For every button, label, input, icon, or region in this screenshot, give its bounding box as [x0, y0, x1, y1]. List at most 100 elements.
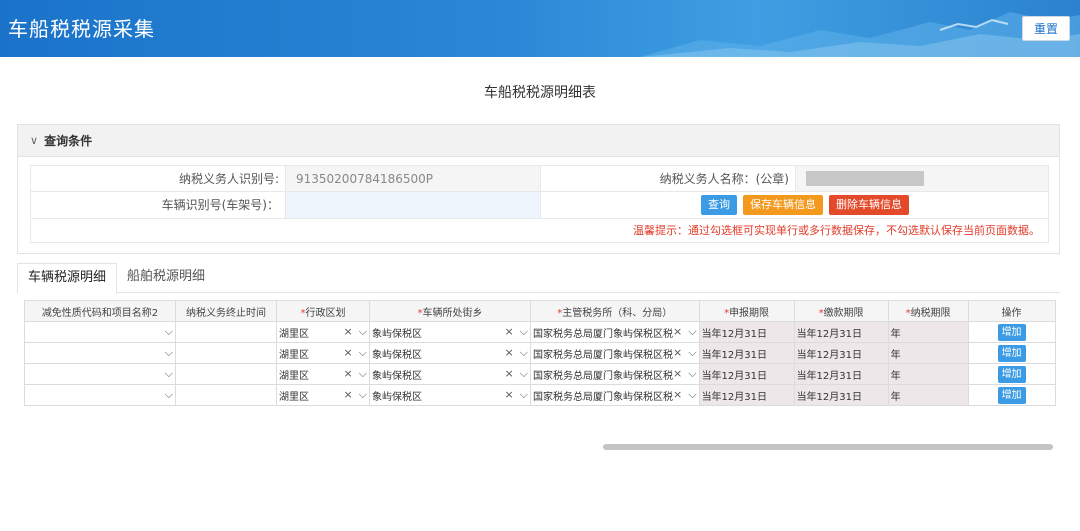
- chevron-down-icon[interactable]: ⌵: [520, 346, 528, 360]
- table-row: ⌵ 湖里区 × ⌵ 象屿保税区 × ⌵ 国家税务总局厦门象屿保税区税 × ⌵ 当年12月31日 当年1…: [24, 321, 1056, 343]
- pay-deadline-cell: 当年12月31日: [793, 384, 889, 406]
- tab-vehicle[interactable]: 车辆税源明细: [17, 263, 118, 294]
- taxpayer-name-label: 纳税义务人名称：(公章): [540, 166, 795, 191]
- clear-icon[interactable]: ×: [673, 388, 682, 402]
- clear-icon[interactable]: ×: [343, 367, 352, 381]
- district-select[interactable]: 湖里区 × ⌵: [276, 342, 370, 364]
- clear-icon[interactable]: ×: [343, 325, 352, 339]
- query-section-title: 查询条件: [44, 134, 93, 148]
- chevron-down-icon[interactable]: ⌵: [165, 325, 173, 339]
- tax-period-cell: 年: [887, 384, 969, 406]
- app-title: 车船税税源采集: [8, 17, 155, 41]
- delete-vehicle-button[interactable]: 删除车辆信息: [829, 195, 909, 215]
- query-row-vin: 车辆识别号(车架号)： 查询 保存车辆信息 删除车辆信息: [30, 192, 1049, 219]
- chevron-down-icon[interactable]: ⌵: [688, 367, 696, 381]
- action-cell: 增加: [967, 321, 1056, 343]
- chevron-down-icon[interactable]: ⌵: [520, 325, 528, 339]
- redacted-name: [806, 171, 924, 186]
- vehicle-tax-table: 减免性质代码和项目名称2 纳税义务终止时间 *行政区划 *车辆所处街乡 *主管税…: [24, 300, 1056, 406]
- header-declare-deadline: *申报期限: [698, 300, 795, 322]
- table-row: ⌵ 湖里区 × ⌵ 象屿保税区 × ⌵ 国家税务总局厦门象屿保税区税 × ⌵ 当年12月31日 当年1…: [24, 384, 1056, 406]
- clear-icon[interactable]: ×: [343, 388, 352, 402]
- great-wall-banner-image: [640, 12, 1080, 57]
- district-select[interactable]: 湖里区 × ⌵: [276, 321, 370, 343]
- chevron-down-icon[interactable]: ⌵: [165, 346, 173, 360]
- exemption-select[interactable]: ⌵: [24, 384, 176, 406]
- exemption-select[interactable]: ⌵: [24, 321, 176, 343]
- header-actions: 操作: [967, 300, 1056, 322]
- street-select[interactable]: 象屿保税区 × ⌵: [369, 321, 531, 343]
- horizontal-scrollbar[interactable]: [603, 444, 1053, 450]
- clear-icon[interactable]: ×: [504, 367, 513, 381]
- tax-office-select[interactable]: 国家税务总局厦门象屿保税区税 × ⌵: [530, 384, 700, 406]
- pay-deadline-cell: 当年12月31日: [793, 342, 889, 364]
- chevron-down-icon[interactable]: ⌵: [520, 388, 528, 402]
- declare-deadline-cell: 当年12月31日: [698, 321, 795, 343]
- header-tax-office: *主管税务所（科、分局）: [530, 300, 700, 322]
- tax-period-cell: 年: [887, 342, 969, 364]
- tax-period-cell: 年: [887, 363, 969, 385]
- clear-icon[interactable]: ×: [673, 367, 682, 381]
- vin-label: 车辆识别号(车架号)：: [30, 192, 285, 218]
- end-time-cell[interactable]: [175, 363, 277, 385]
- source-tabs: 车辆税源明细 船舶税源明细: [17, 263, 1060, 294]
- clear-icon[interactable]: ×: [504, 388, 513, 402]
- tax-office-select[interactable]: 国家税务总局厦门象屿保税区税 × ⌵: [530, 363, 700, 385]
- district-select[interactable]: 湖里区 × ⌵: [276, 384, 370, 406]
- clear-icon[interactable]: ×: [673, 325, 682, 339]
- header-end-time: 纳税义务终止时间: [175, 300, 277, 322]
- tab-vessel[interactable]: 船舶税源明细: [117, 263, 215, 292]
- table-row: ⌵ 湖里区 × ⌵ 象屿保税区 × ⌵ 国家税务总局厦门象屿保税区税 × ⌵ 当年12月31日 当年1…: [24, 342, 1056, 364]
- action-cell: 增加: [967, 384, 1056, 406]
- declare-deadline-cell: 当年12月31日: [698, 363, 795, 385]
- query-form: 纳税义务人识别号: 91350200784186500P 纳税义务人名称：(公章…: [30, 165, 1049, 243]
- table-row: ⌵ 湖里区 × ⌵ 象屿保税区 × ⌵ 国家税务总局厦门象屿保税区税 × ⌵ 当年12月31日 当年1…: [24, 363, 1056, 385]
- chevron-down-icon[interactable]: ⌵: [165, 388, 173, 402]
- vin-input[interactable]: [285, 192, 540, 218]
- end-time-cell[interactable]: [175, 321, 277, 343]
- chevron-down-icon[interactable]: ⌵: [359, 346, 367, 360]
- tax-office-select[interactable]: 国家税务总局厦门象屿保税区税 × ⌵: [530, 342, 700, 364]
- add-row-button[interactable]: 增加: [997, 344, 1026, 362]
- clear-icon[interactable]: ×: [504, 325, 513, 339]
- header-street: *车辆所处街乡: [369, 300, 531, 322]
- add-row-button[interactable]: 增加: [997, 386, 1026, 404]
- district-select[interactable]: 湖里区 × ⌵: [276, 363, 370, 385]
- action-cell: 增加: [967, 342, 1056, 364]
- pay-deadline-cell: 当年12月31日: [793, 321, 889, 343]
- taxpayer-name-field: [795, 166, 1049, 191]
- chevron-down-icon[interactable]: ⌵: [688, 388, 696, 402]
- end-time-cell[interactable]: [175, 384, 277, 406]
- chevron-down-icon[interactable]: ∨: [30, 134, 38, 147]
- street-select[interactable]: 象屿保税区 × ⌵: [369, 363, 531, 385]
- chevron-down-icon[interactable]: ⌵: [688, 325, 696, 339]
- chevron-down-icon[interactable]: ⌵: [165, 367, 173, 381]
- tax-office-select[interactable]: 国家税务总局厦门象屿保税区税 × ⌵: [530, 321, 700, 343]
- chevron-down-icon[interactable]: ⌵: [688, 346, 696, 360]
- exemption-select[interactable]: ⌵: [24, 342, 176, 364]
- query-row-taxpayer: 纳税义务人识别号: 91350200784186500P 纳税义务人名称：(公章…: [30, 165, 1049, 192]
- add-row-button[interactable]: 增加: [997, 323, 1026, 341]
- search-button[interactable]: 查询: [701, 195, 737, 215]
- query-panel-header[interactable]: ∨ 查询条件: [18, 125, 1059, 157]
- clear-icon[interactable]: ×: [343, 346, 352, 360]
- save-vehicle-button[interactable]: 保存车辆信息: [743, 195, 823, 215]
- clear-icon[interactable]: ×: [504, 346, 513, 360]
- street-select[interactable]: 象屿保税区 × ⌵: [369, 384, 531, 406]
- table-header-row: 减免性质代码和项目名称2 纳税义务终止时间 *行政区划 *车辆所处街乡 *主管税…: [24, 300, 1056, 322]
- street-select[interactable]: 象屿保税区 × ⌵: [369, 342, 531, 364]
- declare-deadline-cell: 当年12月31日: [698, 342, 795, 364]
- end-time-cell[interactable]: [175, 342, 277, 364]
- taxpayer-id-label: 纳税义务人识别号:: [30, 166, 285, 191]
- reset-button[interactable]: 重置: [1022, 16, 1070, 41]
- chevron-down-icon[interactable]: ⌵: [520, 367, 528, 381]
- add-row-button[interactable]: 增加: [997, 365, 1026, 383]
- exemption-select[interactable]: ⌵: [24, 363, 176, 385]
- clear-icon[interactable]: ×: [673, 346, 682, 360]
- declare-deadline-cell: 当年12月31日: [698, 384, 795, 406]
- header-exemption: 减免性质代码和项目名称2: [24, 300, 176, 322]
- chevron-down-icon[interactable]: ⌵: [359, 325, 367, 339]
- pay-deadline-cell: 当年12月31日: [793, 363, 889, 385]
- chevron-down-icon[interactable]: ⌵: [359, 367, 367, 381]
- chevron-down-icon[interactable]: ⌵: [359, 388, 367, 402]
